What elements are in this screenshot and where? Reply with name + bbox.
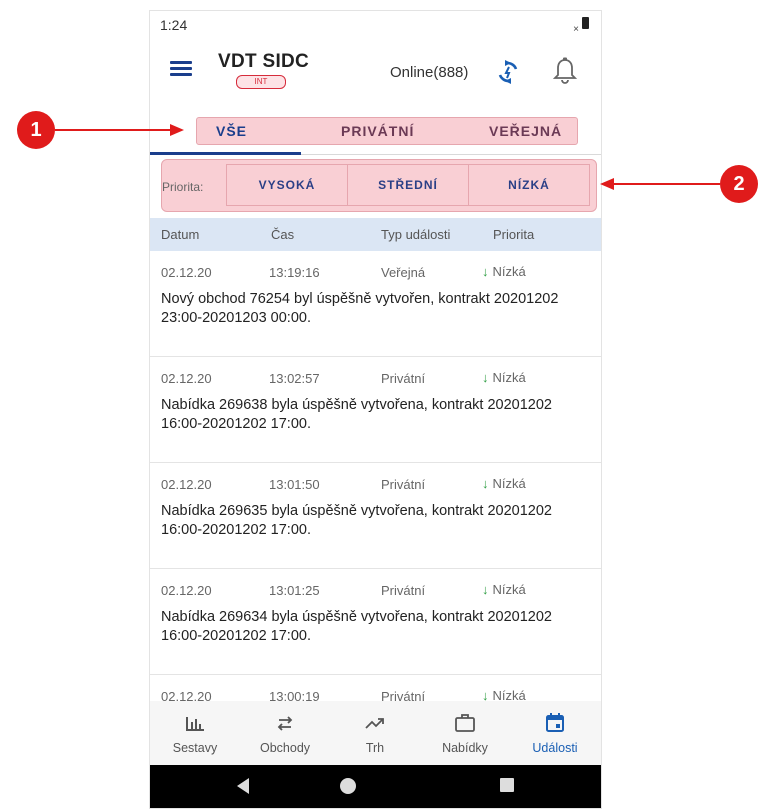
nav-item-offers[interactable]: Nabídky (420, 701, 510, 765)
event-priority: Nízká (492, 476, 526, 491)
bar-chart-icon (186, 717, 204, 731)
recents-icon[interactable] (499, 777, 515, 793)
app-title: VDT SIDC (218, 51, 310, 72)
event-time: 13:01:25 (269, 583, 320, 598)
arrow-left-icon (600, 178, 614, 190)
event-message: Nabídka 269638 byla úspěšně vytvořena, k… (161, 397, 552, 432)
event-date: 02.12.20 (161, 265, 212, 280)
active-tab-indicator (150, 152, 301, 155)
callout-arrow-1 (55, 129, 175, 131)
arrow-down-icon: ↓ (482, 582, 489, 597)
arrow-right-icon (170, 124, 184, 136)
event-type: Privátní (381, 583, 426, 598)
priority-medium-button[interactable]: STŘEDNÍ (347, 164, 469, 206)
event-type: Veřejná (381, 265, 426, 280)
phone-screen: 1:24 × VDT SIDC INT Online(888) VŠE PRIV… (149, 10, 602, 809)
nav-item-reports[interactable]: Sestavy (150, 701, 240, 765)
list-item[interactable]: 02.12.20 13:01:50 Privátní ↓ Nízká Nabídk… (150, 463, 601, 569)
home-icon[interactable] (339, 777, 357, 795)
app-bar: VDT SIDC INT Online(888) (150, 39, 601, 103)
events-table-header: Datum Čas Typ události Priorita (150, 218, 601, 251)
signal-icon: × (573, 24, 579, 35)
nav-item-market[interactable]: Trh (330, 701, 420, 765)
events-list: 02.12.20 13:19:16 Veřejná ↓ Nízká Nový ob… (150, 251, 601, 711)
event-priority: Nízká (492, 582, 526, 597)
priority-filter: Priorita: VYSOKÁ STŘEDNÍ NÍZKÁ (150, 156, 601, 218)
header-time: Čas (271, 227, 295, 242)
list-item[interactable]: 02.12.20 13:19:16 Veřejná ↓ Nízká Nový ob… (150, 251, 601, 357)
sync-button[interactable] (495, 59, 521, 85)
header-type: Typ události (381, 227, 451, 242)
event-tabs: VŠE PRIVÁTNÍ VEŘEJNÁ (150, 103, 601, 155)
callout-arrow-2 (610, 183, 720, 185)
callout-badge-1: 1 (17, 111, 55, 149)
nav-label-events: Události (532, 741, 578, 755)
event-message: Nabídka 269635 byla úspěšně vytvořena, k… (161, 503, 552, 538)
nav-label-trades: Obchody (259, 741, 311, 755)
event-priority: Nízká (492, 370, 526, 385)
event-date: 02.12.20 (161, 477, 212, 492)
event-time: 13:01:50 (269, 477, 320, 492)
back-icon[interactable] (236, 777, 250, 795)
event-time: 13:19:16 (269, 265, 320, 280)
arrow-down-icon: ↓ (482, 476, 489, 491)
nav-item-events[interactable]: Události (510, 701, 600, 765)
header-date: Datum (161, 227, 200, 242)
priority-high-button[interactable]: VYSOKÁ (226, 164, 348, 206)
status-time: 1:24 (160, 17, 188, 33)
event-priority: Nízká (492, 264, 526, 279)
event-date: 02.12.20 (161, 371, 212, 386)
tab-private[interactable]: PRIVÁTNÍ (341, 123, 414, 139)
nav-label-market: Trh (365, 741, 385, 755)
nav-item-trades[interactable]: Obchody (240, 701, 330, 765)
battery-icon (582, 17, 589, 29)
header-priority: Priorita (493, 227, 535, 242)
callout-badge-2: 2 (720, 165, 758, 203)
nav-label-offers: Nabídky (442, 741, 488, 755)
event-type: Privátní (381, 477, 426, 492)
priority-low-button[interactable]: NÍZKÁ (468, 164, 590, 206)
notifications-button[interactable] (552, 57, 578, 85)
event-time: 13:02:57 (269, 371, 320, 386)
priority-label: Priorita: (162, 180, 204, 194)
bottom-navigation: Sestavy Obchody Trh Nabídky Události (150, 701, 601, 765)
calendar-icon (546, 713, 564, 732)
status-bar: 1:24 × (150, 11, 601, 39)
tab-all[interactable]: VŠE (216, 123, 247, 139)
trending-up-icon (365, 718, 384, 729)
bell-icon (552, 57, 578, 84)
system-navigation-bar (150, 765, 601, 808)
event-message: Nabídka 269634 byla úspěšně vytvořena, k… (161, 609, 552, 644)
arrow-down-icon: ↓ (482, 264, 489, 279)
arrow-down-icon: ↓ (482, 370, 489, 385)
event-type: Privátní (381, 371, 426, 386)
list-item[interactable]: 02.12.20 13:02:57 Privátní ↓ Nízká Nabídk… (150, 357, 601, 463)
swap-arrows-icon (277, 716, 293, 731)
nav-label-reports: Sestavy (172, 741, 218, 755)
tab-public[interactable]: VEŘEJNÁ (489, 123, 562, 139)
menu-icon (170, 61, 192, 64)
briefcase-icon (455, 714, 475, 732)
online-status: Online(888) (390, 64, 469, 81)
sync-icon (498, 60, 518, 84)
list-item[interactable]: 02.12.20 13:01:25 Privátní ↓ Nízká Nabídk… (150, 569, 601, 675)
event-date: 02.12.20 (161, 583, 212, 598)
event-message: Nový obchod 76254 byl úspěšně vytvořen, … (161, 291, 559, 326)
menu-button[interactable] (166, 55, 196, 81)
environment-badge: INT (236, 75, 286, 89)
